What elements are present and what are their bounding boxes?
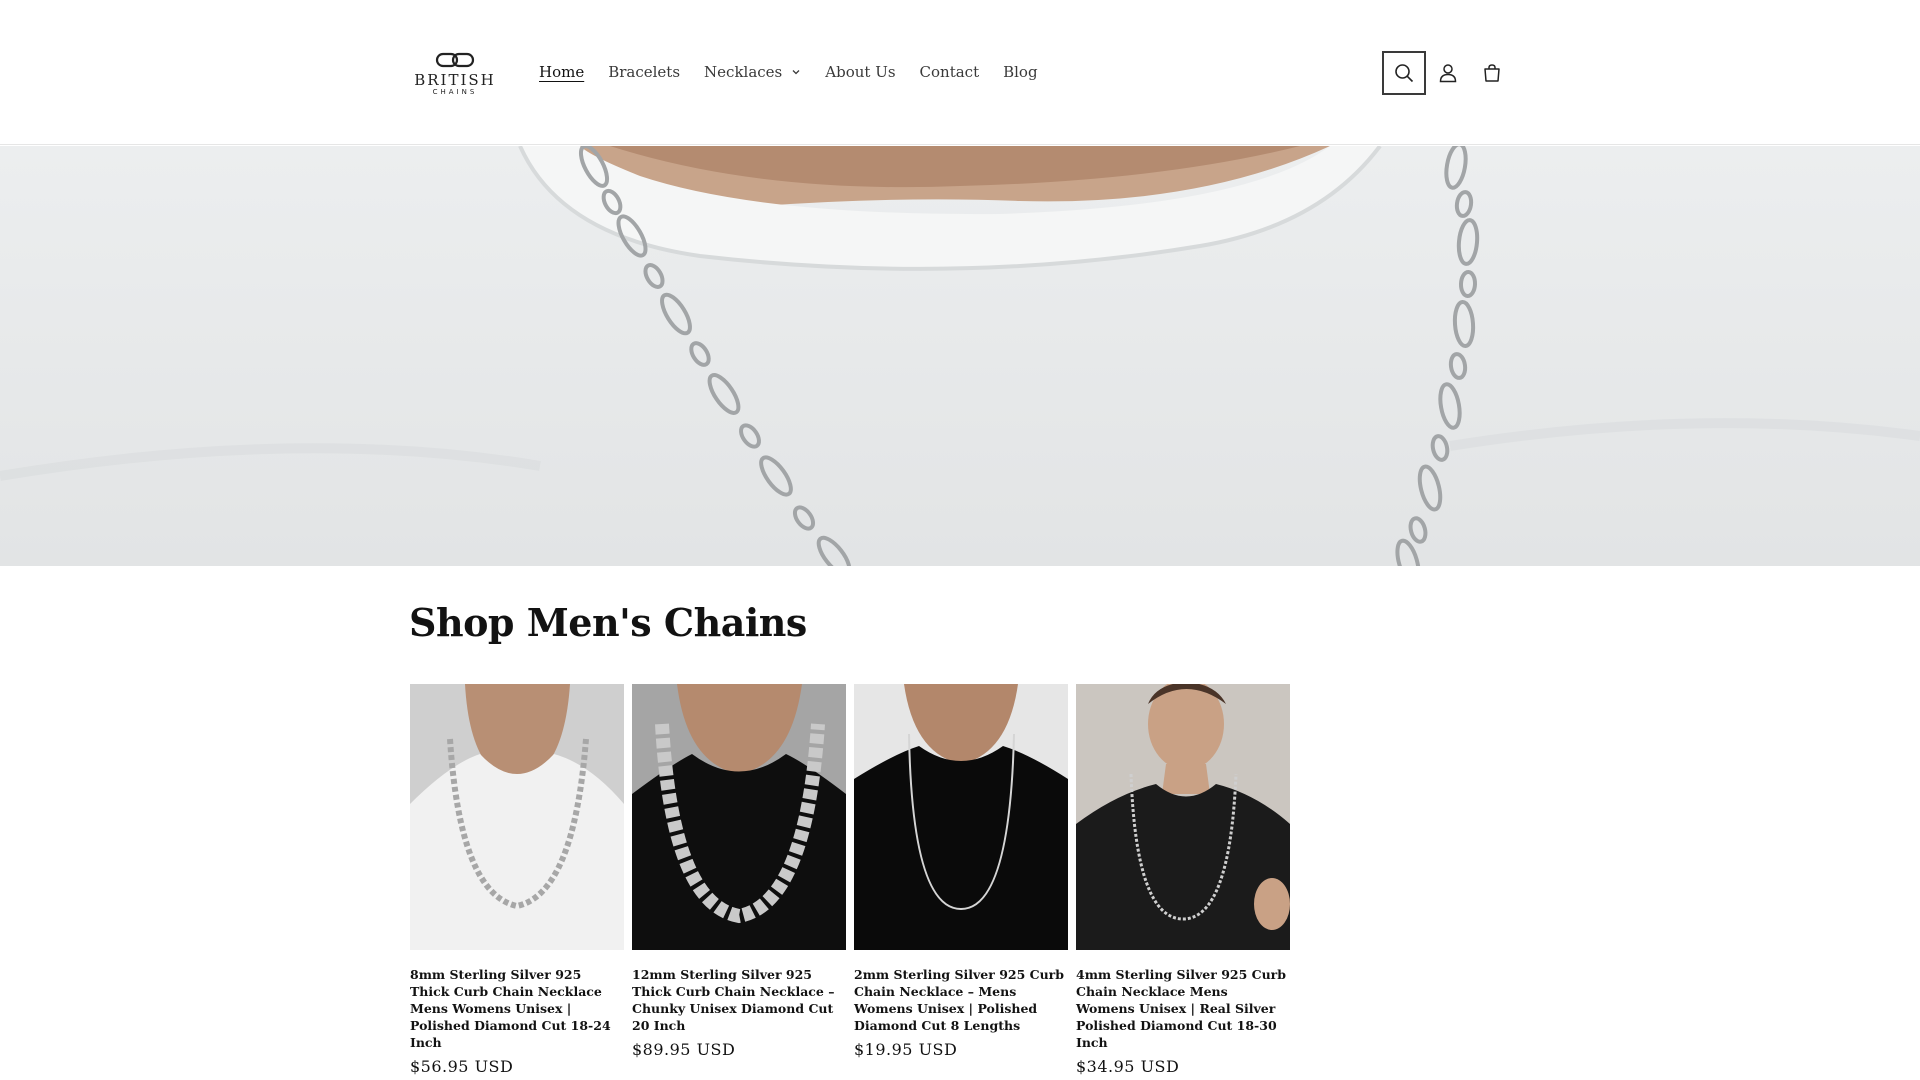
product-card[interactable]: 12mm Sterling Silver 925 Thick Curb Chai… xyxy=(632,684,846,1076)
product-price: $56.95 USD xyxy=(410,1057,514,1076)
product-photo-2 xyxy=(632,684,846,950)
nav-contact[interactable]: Contact xyxy=(908,63,992,81)
search-button[interactable] xyxy=(1382,51,1426,95)
hero-image xyxy=(0,146,1920,566)
nav-necklaces[interactable]: Necklaces xyxy=(692,63,813,81)
account-icon xyxy=(1439,64,1457,83)
account-button[interactable] xyxy=(1426,51,1470,95)
main-nav: Home Bracelets Necklaces About Us Contac… xyxy=(527,58,1050,86)
logo[interactable]: BRITISH CHAINS xyxy=(410,50,500,98)
product-image[interactable] xyxy=(632,684,846,950)
product-card[interactable]: 4mm Sterling Silver 925 Curb Chain Neckl… xyxy=(1076,684,1290,1076)
product-photo-1 xyxy=(410,684,624,950)
nav-bracelets[interactable]: Bracelets xyxy=(596,63,692,81)
product-title[interactable]: 4mm Sterling Silver 925 Curb Chain Neckl… xyxy=(1076,966,1290,1051)
nav-about-us[interactable]: About Us xyxy=(813,63,907,81)
product-title[interactable]: 2mm Sterling Silver 925 Curb Chain Neckl… xyxy=(854,966,1068,1034)
product-price: $34.95 USD xyxy=(1076,1057,1180,1076)
nav-home[interactable]: Home xyxy=(527,63,596,81)
logo-brand: BRITISH xyxy=(414,71,496,89)
search-icon xyxy=(1395,64,1414,83)
product-photo-3 xyxy=(854,684,1068,950)
header-icons xyxy=(1382,51,1514,95)
section-title: Shop Men's Chains xyxy=(409,600,807,645)
product-image[interactable] xyxy=(1076,684,1290,950)
site-header: BRITISH CHAINS Home Bracelets Necklaces … xyxy=(0,0,1920,145)
cart-button[interactable] xyxy=(1470,51,1514,95)
nav-blog[interactable]: Blog xyxy=(991,63,1049,81)
hero-banner xyxy=(0,146,1920,566)
product-title[interactable]: 8mm Sterling Silver 925 Thick Curb Chain… xyxy=(410,966,624,1051)
product-photo-4 xyxy=(1076,684,1290,950)
product-image[interactable] xyxy=(410,684,624,950)
product-price: $89.95 USD xyxy=(632,1040,736,1059)
cart-icon xyxy=(1484,64,1500,82)
product-grid: 8mm Sterling Silver 925 Thick Curb Chain… xyxy=(410,684,1290,1076)
logo-links-icon xyxy=(435,52,475,68)
product-card[interactable]: 2mm Sterling Silver 925 Curb Chain Neckl… xyxy=(854,684,1068,1076)
logo-subtitle: CHAINS xyxy=(432,88,478,96)
product-title[interactable]: 12mm Sterling Silver 925 Thick Curb Chai… xyxy=(632,966,846,1034)
nav-necklaces-label: Necklaces xyxy=(704,63,783,81)
chevron-down-icon xyxy=(792,70,800,75)
product-image[interactable] xyxy=(854,684,1068,950)
product-card[interactable]: 8mm Sterling Silver 925 Thick Curb Chain… xyxy=(410,684,624,1076)
product-price: $19.95 USD xyxy=(854,1040,958,1059)
